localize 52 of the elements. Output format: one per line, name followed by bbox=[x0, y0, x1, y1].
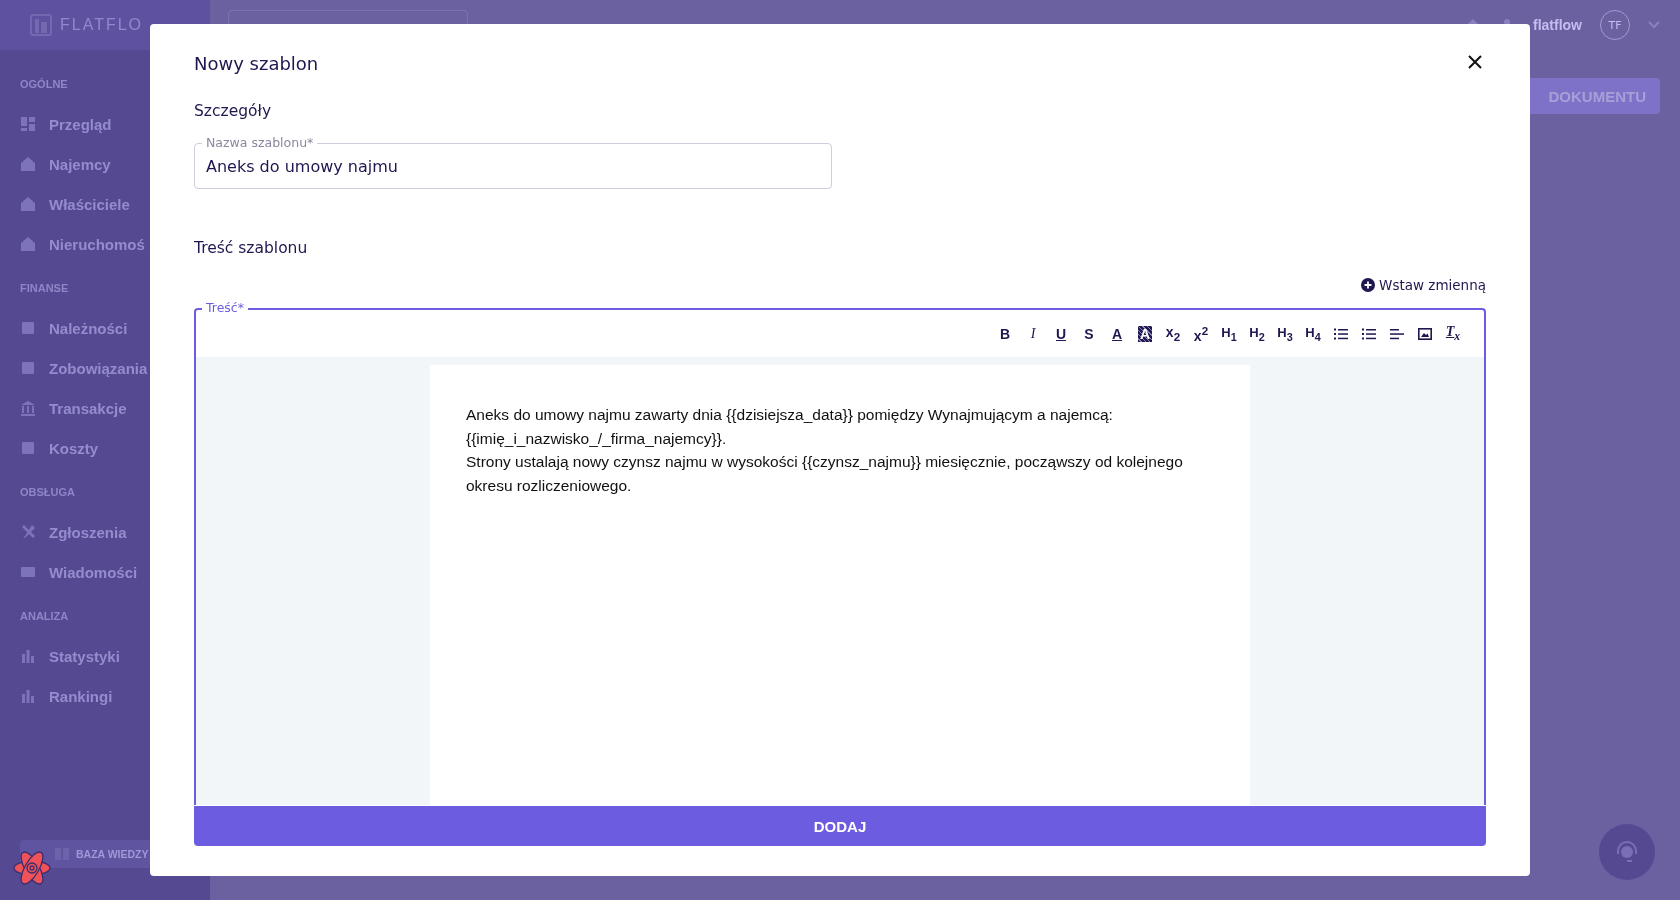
sidebar-item[interactable]: Transakcje bbox=[20, 388, 210, 428]
strike-button[interactable]: S bbox=[1078, 321, 1100, 346]
list-icon bbox=[1362, 327, 1376, 340]
heading-button[interactable]: H$_{1}$ bbox=[1218, 321, 1240, 346]
script-button[interactable]: x$^{2}$ bbox=[1190, 321, 1212, 346]
bar-chart-icon bbox=[20, 648, 36, 664]
document-text: Strony ustalają nowy czynsz najmu w wysokości {{czynsz_najmu}} miesięcznie, począwszy od kolejnego okresu rozliczeniowego. bbox=[466, 452, 1184, 496]
square-icon bbox=[20, 360, 36, 376]
bold-button[interactable]: B bbox=[994, 321, 1016, 346]
atom-icon[interactable] bbox=[12, 848, 52, 888]
grid-icon bbox=[20, 116, 36, 132]
sidebar-item[interactable]: Wiadomości bbox=[20, 552, 210, 592]
plus-circle-icon bbox=[1361, 278, 1376, 292]
headset-icon bbox=[1614, 839, 1640, 865]
close-icon bbox=[1468, 55, 1482, 69]
sidebar-item[interactable]: Rankingi bbox=[20, 676, 210, 716]
italic-button[interactable]: I bbox=[1022, 321, 1044, 346]
user-name[interactable]: flatflow bbox=[1533, 17, 1582, 33]
modal-title: Nowy szablon bbox=[194, 52, 319, 74]
sidebar-item[interactable]: Zgłoszenia bbox=[20, 512, 210, 552]
insert-variable-link[interactable]: Wstaw zmienną bbox=[1361, 277, 1486, 293]
tools-icon bbox=[20, 524, 36, 540]
square-icon bbox=[20, 320, 36, 336]
sidebar-item[interactable]: Statystyki bbox=[20, 636, 210, 676]
bar-chart-icon bbox=[20, 688, 36, 704]
section-heading: Szczegóły bbox=[194, 102, 273, 120]
heading-button[interactable]: H$_{3}$ bbox=[1274, 321, 1296, 346]
clear-button[interactable]: T$_{x}$ bbox=[1442, 321, 1464, 346]
script-button[interactable]: x$_{2}$ bbox=[1162, 321, 1184, 346]
bank-icon bbox=[20, 400, 36, 416]
section-title: ANALIZA bbox=[20, 610, 70, 622]
house-icon bbox=[20, 196, 36, 212]
envelope-icon bbox=[20, 564, 36, 580]
align-left-icon bbox=[1390, 327, 1404, 340]
house-icon bbox=[20, 156, 36, 172]
add-button[interactable]: DODAJ bbox=[194, 806, 1486, 846]
document-text: Aneks do umowy najmu zawarty dnia {{dzisiejsza_data}} pomiędzy Wynajmującym a najemcą: {{imię_i_nazwisko_/_firma_najemcy}}. bbox=[466, 405, 1114, 449]
section-heading: Treść szablonu bbox=[194, 239, 309, 257]
section-title: OGÓLNE bbox=[20, 78, 69, 90]
section-title: OBSŁUGA bbox=[20, 486, 76, 498]
image-icon bbox=[1418, 327, 1432, 340]
list-icon bbox=[1334, 327, 1348, 340]
heading-button[interactable]: H$_{2}$ bbox=[1246, 321, 1268, 346]
highlight-button[interactable]: A bbox=[1134, 321, 1156, 346]
section-title: FINANSE bbox=[20, 282, 70, 294]
sidebar-item[interactable]: Zobowiązania bbox=[20, 348, 210, 388]
sidebar-item[interactable]: Koszty bbox=[20, 428, 210, 468]
heading-button[interactable]: H$_{4}$ bbox=[1302, 321, 1324, 346]
house-icon bbox=[20, 236, 36, 252]
underline-button[interactable]: U bbox=[1050, 321, 1072, 346]
color-button[interactable]: A bbox=[1106, 321, 1128, 346]
square-icon bbox=[20, 440, 36, 456]
